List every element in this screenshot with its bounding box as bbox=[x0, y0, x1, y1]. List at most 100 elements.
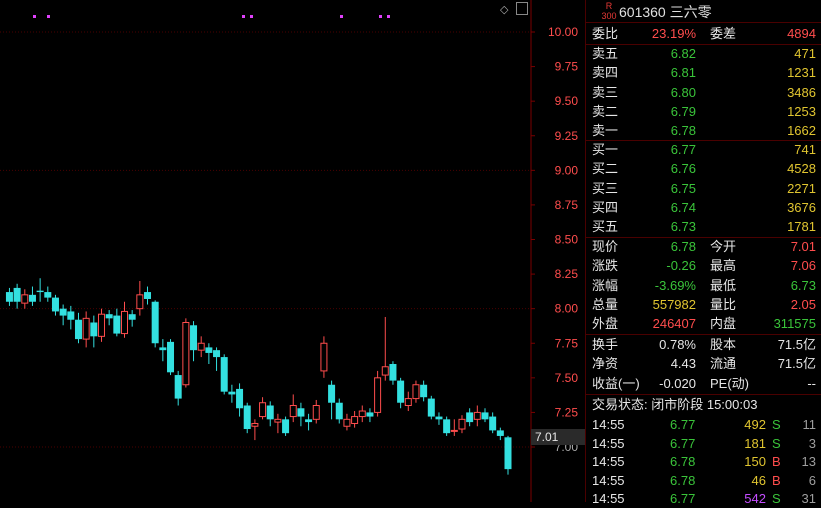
order-row: 卖一 6.78 1662 bbox=[586, 121, 821, 140]
tick-volume: 492 bbox=[744, 417, 766, 432]
fundamental-value: 71.5亿 bbox=[777, 337, 816, 352]
tick-price: 6.77 bbox=[670, 491, 696, 506]
fundamental-row: 净资 4.43 流通 71.5亿 bbox=[586, 354, 821, 373]
y-tick-label: 8.00 bbox=[555, 302, 579, 316]
order-row: 卖四 6.81 1231 bbox=[586, 63, 821, 82]
candle-body bbox=[151, 301, 159, 344]
candle-body bbox=[289, 405, 297, 418]
candle-body bbox=[21, 294, 29, 304]
tick-time: 14:55 bbox=[592, 454, 625, 469]
stat-value: 6.73 bbox=[790, 277, 816, 293]
tick-time: 14:55 bbox=[592, 472, 625, 488]
order-volume: 3486 bbox=[787, 84, 816, 100]
candle-body bbox=[274, 418, 282, 423]
order-price: 6.82 bbox=[670, 46, 696, 61]
stock-code-name: 601360 三六零 bbox=[619, 4, 712, 20]
tick-row[interactable]: 14:55 6.78 150 B 13 bbox=[586, 452, 821, 471]
panel-toggle-button[interactable] bbox=[516, 2, 528, 15]
stat-value: 311575 bbox=[773, 316, 816, 332]
order-volume: 1231 bbox=[787, 65, 816, 81]
candle-body bbox=[458, 418, 466, 430]
tick-count: 3 bbox=[808, 435, 816, 451]
candle-body bbox=[220, 357, 228, 392]
y-tick-label: 7.25 bbox=[555, 405, 579, 419]
tick-count: 31 bbox=[801, 491, 816, 506]
candle-body bbox=[473, 411, 481, 420]
candle-body bbox=[389, 364, 397, 381]
kline-chart[interactable]: 10.00 9.75 9.50 9.25 9.00 8.75 8.50 8.25 8.00 7.7… bbox=[0, 0, 585, 502]
candle-body bbox=[404, 398, 412, 407]
candle-body bbox=[366, 412, 374, 417]
tick-side: S bbox=[772, 435, 781, 451]
fundamental-row: 换手 0.78% 股本 71.5亿 bbox=[586, 335, 821, 354]
order-volume: 2271 bbox=[787, 180, 816, 196]
order-price: 6.73 bbox=[670, 219, 696, 235]
order-volume: 1253 bbox=[787, 103, 816, 119]
candle-body bbox=[213, 350, 221, 358]
marker-dot bbox=[387, 15, 390, 18]
candle-body bbox=[67, 311, 75, 320]
marker-dot bbox=[33, 15, 36, 18]
candle-body bbox=[82, 317, 90, 340]
candle-body bbox=[159, 347, 167, 351]
tick-volume: 150 bbox=[744, 454, 766, 469]
trade-status: 交易状态: 闭市阶段 15:00:03 bbox=[592, 397, 758, 412]
candle-body bbox=[397, 380, 405, 403]
stock-title: R 300 601360 三六零 bbox=[586, 0, 821, 23]
order-level-label: 买二 bbox=[592, 161, 619, 177]
stat-row: 总量 557982 量比 2.05 bbox=[586, 295, 821, 314]
order-level-label: 卖二 bbox=[592, 103, 619, 119]
candle-body bbox=[412, 384, 420, 400]
tick-row[interactable]: 14:55 6.77 492 S 11 bbox=[586, 415, 821, 434]
fundamental-value: 4.43 bbox=[670, 356, 696, 372]
order-price: 6.80 bbox=[670, 84, 696, 100]
tick-count: 13 bbox=[801, 454, 816, 469]
candle-body bbox=[259, 402, 267, 418]
y-tick-label: 8.75 bbox=[555, 198, 579, 212]
tick-side: S bbox=[772, 491, 781, 506]
tick-time: 14:55 bbox=[592, 417, 625, 432]
order-price: 6.77 bbox=[670, 142, 696, 157]
stat-label: 总量 bbox=[592, 296, 619, 312]
order-volume: 4528 bbox=[787, 161, 816, 177]
candle-body bbox=[51, 297, 59, 312]
order-level-label: 卖五 bbox=[592, 46, 619, 61]
kline-canvas[interactable]: 10.00 9.75 9.50 9.25 9.00 8.75 8.50 8.25 8.00 7.7… bbox=[0, 0, 585, 502]
candle-body bbox=[297, 408, 305, 417]
exchange-badge: R 300 bbox=[600, 1, 618, 21]
candle-body bbox=[74, 319, 82, 340]
tick-price: 6.78 bbox=[670, 454, 696, 469]
tick-price: 6.77 bbox=[670, 435, 696, 451]
y-tick-label: 7.75 bbox=[555, 336, 579, 350]
candle-body bbox=[236, 388, 244, 409]
order-level-label: 买四 bbox=[592, 199, 619, 215]
tick-volume: 46 bbox=[751, 472, 766, 488]
tick-count: 6 bbox=[808, 472, 816, 488]
candle-body bbox=[13, 287, 21, 302]
candle-body bbox=[312, 405, 320, 420]
trade-status-row: 交易状态: 闭市阶段 15:00:03 bbox=[586, 395, 821, 414]
stat-value: 7.01 bbox=[790, 239, 816, 254]
stat-label: 最高 bbox=[710, 258, 737, 274]
tick-row[interactable]: 14:55 6.78 46 B 6 bbox=[586, 471, 821, 490]
stat-value: 2.05 bbox=[790, 296, 816, 312]
order-row: 买四 6.74 3676 bbox=[586, 198, 821, 217]
tick-row[interactable]: 14:55 6.77 542 S 31 bbox=[586, 489, 821, 508]
fundamental-value: -- bbox=[807, 375, 816, 391]
webi-row: 委比 23.19% 委差 4894 bbox=[586, 24, 821, 43]
candle-body bbox=[435, 416, 443, 420]
fundamental-label: 流通 bbox=[710, 356, 737, 372]
tick-row[interactable]: 14:55 6.77 181 S 3 bbox=[586, 434, 821, 453]
y-tick-label: 9.25 bbox=[555, 129, 579, 143]
candle-body bbox=[504, 437, 512, 470]
candle-body bbox=[197, 342, 205, 351]
candle-body bbox=[128, 314, 136, 320]
candle-body bbox=[489, 416, 497, 431]
diamond-icon[interactable]: ◇ bbox=[500, 3, 508, 16]
order-price: 6.81 bbox=[670, 65, 696, 81]
candle-body bbox=[282, 419, 290, 434]
order-price: 6.75 bbox=[670, 180, 696, 196]
quote-panel: R 300 601360 三六零 委比 23.19% 委差 4894 卖五 6.8… bbox=[585, 0, 821, 506]
candle-body bbox=[351, 416, 359, 424]
candle-body bbox=[182, 322, 190, 386]
